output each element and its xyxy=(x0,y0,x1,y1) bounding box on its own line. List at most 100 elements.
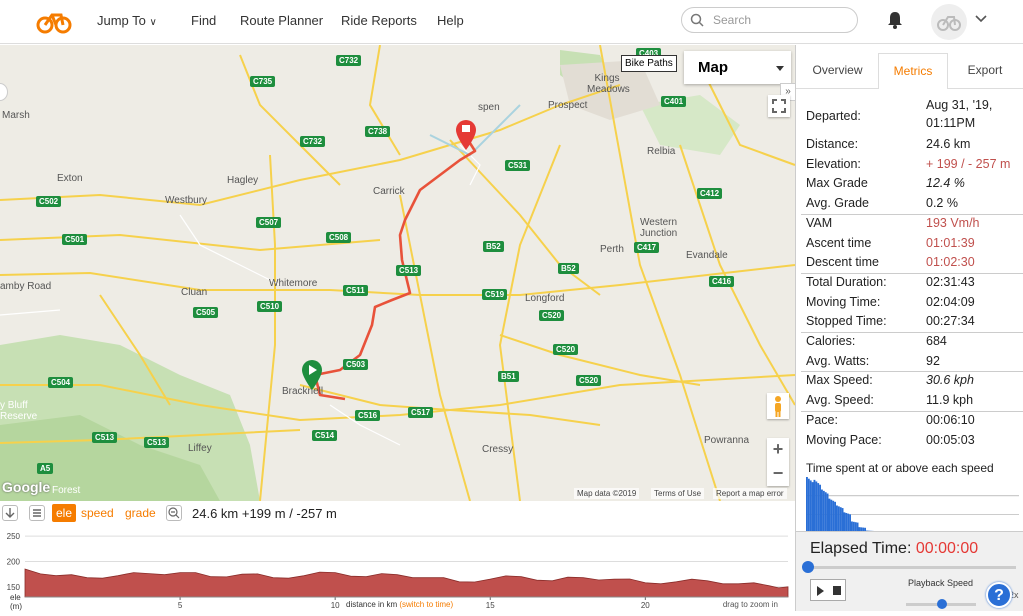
elevation-chart-svg: 250 200 150 5 10 15 20 ele (m) distance in km (sw… xyxy=(7,532,789,611)
metric-value: 01:11PM xyxy=(926,116,976,130)
road-shield: C520 xyxy=(553,344,579,355)
y-tick-label: 150 xyxy=(7,583,21,592)
end-pin-icon[interactable] xyxy=(454,119,478,151)
tab-export[interactable]: Export xyxy=(950,53,1020,89)
playback-scrubber[interactable] xyxy=(804,566,1016,569)
x-tick-label: 15 xyxy=(486,601,495,610)
road-shield: C401 xyxy=(661,96,687,107)
nav-help[interactable]: Help xyxy=(437,13,464,28)
playback-scrubber-handle[interactable] xyxy=(802,561,814,573)
playback-speed-handle[interactable] xyxy=(937,599,947,609)
search-input[interactable]: Search xyxy=(681,7,858,33)
x-tick-label: 10 xyxy=(331,601,340,610)
metric-label: Elevation: xyxy=(806,156,861,171)
metric-value: 0.2 % xyxy=(926,196,958,211)
tab-overview[interactable]: Overview xyxy=(799,53,876,89)
nav-jump-to-label: Jump To xyxy=(97,13,146,28)
metric-value: 01:02:30 xyxy=(926,255,975,270)
metric-separator xyxy=(801,410,1023,412)
metric-label: Max Grade xyxy=(806,176,868,191)
elapsed-value: 00:00:00 xyxy=(915,540,979,557)
avatar[interactable] xyxy=(931,4,967,40)
nav-ride-reports[interactable]: Ride Reports xyxy=(341,13,417,28)
place-label: y Bluff Reserve xyxy=(0,400,38,422)
report-map-error-link[interactable]: Report a map error xyxy=(713,488,787,499)
place-label: Carrick xyxy=(373,186,405,197)
hist-bar xyxy=(834,501,836,534)
metric-value: 684 xyxy=(926,334,947,348)
zoom-control: + − xyxy=(767,438,789,486)
hist-bar xyxy=(807,478,810,534)
bike-logo-icon[interactable] xyxy=(34,6,74,36)
road-shield: C738 xyxy=(365,126,391,137)
road-shield: C505 xyxy=(193,307,219,318)
nav-jump-to[interactable]: Jump To ∨ xyxy=(97,13,157,28)
metric-value: + 199 / - 257 m xyxy=(926,156,1011,171)
metric-label: VAM xyxy=(806,215,833,230)
tab-metrics[interactable]: Metrics xyxy=(878,53,948,89)
zoom-hint: drag to zoom in xyxy=(723,600,778,609)
terms-of-use-link[interactable]: Terms of Use xyxy=(651,488,705,499)
place-label: Powranna xyxy=(704,435,750,446)
x-axis-label: distance in km (switch to time) xyxy=(346,600,453,609)
y-axis-label: ele (m) xyxy=(10,593,22,611)
hist-bar xyxy=(815,481,818,534)
chart-toolbar: ele speed grade 24.6 km +199 m / -257 m xyxy=(0,501,795,527)
metric-label: Departed: xyxy=(806,109,861,123)
metric-separator xyxy=(801,371,1023,373)
map-type-select[interactable]: Map xyxy=(684,51,791,84)
zoom-in-button[interactable]: + xyxy=(767,438,789,462)
help-button[interactable]: ? xyxy=(986,582,1012,608)
road-shield: C514 xyxy=(312,430,338,441)
hist-bar xyxy=(806,477,808,534)
nav-find[interactable]: Find xyxy=(191,13,216,28)
road-shield: C735 xyxy=(250,76,276,87)
bell-icon[interactable] xyxy=(885,10,905,30)
menu-icon[interactable] xyxy=(29,505,45,521)
chevron-down-icon: ∨ xyxy=(149,17,157,28)
chevron-down-icon[interactable] xyxy=(974,14,988,24)
place-label: Relbia xyxy=(647,146,676,157)
elevation-chart[interactable]: 250 200 150 5 10 15 20 ele (m) distance in km (sw… xyxy=(0,527,795,611)
metric-value: 24.6 km xyxy=(926,137,971,151)
x-tick-label: 20 xyxy=(641,601,650,610)
place-label: Marsh xyxy=(2,110,30,121)
hist-bar xyxy=(809,480,812,534)
map-data-attribution: Map data ©2019 xyxy=(574,488,640,499)
stop-icon[interactable] xyxy=(833,586,841,595)
zoom-out-button[interactable]: − xyxy=(767,462,789,486)
top-nav: Jump To ∨ Find Route Planner Ride Report… xyxy=(0,0,1023,44)
switch-to-time-link[interactable]: (switch to time) xyxy=(399,600,453,609)
metric-separator xyxy=(801,332,1023,333)
play-stop-button[interactable] xyxy=(810,579,846,601)
play-icon[interactable] xyxy=(817,586,824,596)
arrow-down-icon[interactable] xyxy=(2,505,18,521)
tab-ele[interactable]: ele xyxy=(52,504,77,522)
place-label: Cluan xyxy=(181,287,208,298)
road-shield: C501 xyxy=(62,234,88,245)
fullscreen-icon[interactable] xyxy=(768,95,790,117)
street-view-pegman-icon[interactable] xyxy=(767,393,789,419)
bike-paths-toggle[interactable]: Bike Paths xyxy=(621,55,677,72)
tab-speed[interactable]: speed xyxy=(81,506,114,520)
road-shield: C519 xyxy=(482,289,508,300)
road-shield: C511 xyxy=(343,285,368,296)
metric-label: Avg. Grade xyxy=(806,196,870,211)
zoom-out-chart-icon[interactable] xyxy=(166,505,182,521)
y-tick-label: 200 xyxy=(7,557,21,566)
metric-label: Avg. Watts: xyxy=(806,353,870,368)
nav-route-planner[interactable]: Route Planner xyxy=(240,13,323,28)
road-shield: C417 xyxy=(634,242,660,253)
place-label: Whitemore xyxy=(269,278,318,289)
tab-grade[interactable]: grade xyxy=(125,506,156,520)
start-pin-icon[interactable] xyxy=(300,359,324,391)
map[interactable]: Marsh Exton Hagley Westbury Carrick Whit… xyxy=(0,45,795,501)
road-shield: B52 xyxy=(483,241,504,252)
hist-bar xyxy=(813,479,816,534)
road-shield: C502 xyxy=(36,196,62,207)
road-shield: C520 xyxy=(576,375,602,386)
metric-value: 193 Vm/h xyxy=(926,215,980,230)
caret-down-icon xyxy=(776,66,784,71)
hist-bar xyxy=(837,506,840,534)
hist-bar xyxy=(824,492,827,534)
